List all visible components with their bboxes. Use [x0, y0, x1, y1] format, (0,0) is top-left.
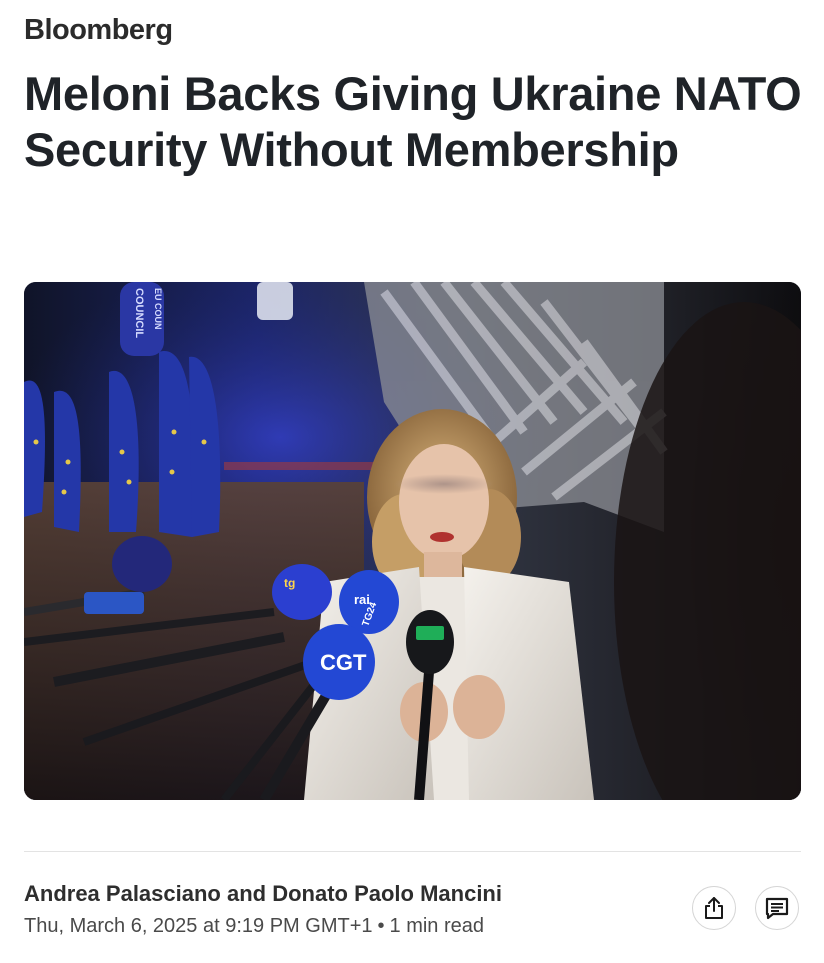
meta-separator: •	[377, 915, 385, 937]
comment-icon	[765, 897, 789, 920]
mic-label-cgt: CGT	[320, 650, 367, 675]
mic-label-council: COUNCIL	[133, 288, 145, 338]
read-time: 1 min read	[389, 915, 485, 937]
author-byline[interactable]: Andrea Palasciano and Donato Paolo Manci…	[24, 881, 502, 907]
share-button[interactable]	[692, 886, 736, 930]
hanging-microphone: COUNCIL EU COUN	[120, 282, 164, 356]
mic-label-eu-council: EU COUN	[153, 288, 163, 330]
publish-date: Thu, March 6, 2025 at 9:19 PM GMT+1	[24, 915, 373, 937]
article-headline: Meloni Backs Giving Ukraine NATO Securit…	[24, 67, 802, 176]
divider	[24, 851, 801, 852]
article-meta: Thu, March 6, 2025 at 9:19 PM GMT+1 • 1 mi…	[24, 915, 484, 938]
mic-label-tg: tg	[284, 576, 295, 590]
comment-button[interactable]	[755, 886, 799, 930]
article-hero-image: COUNCIL EU COUN tg rai TG24 CGT	[24, 282, 801, 800]
share-icon	[705, 897, 723, 919]
brand-logo[interactable]: Bloomberg	[24, 14, 173, 47]
